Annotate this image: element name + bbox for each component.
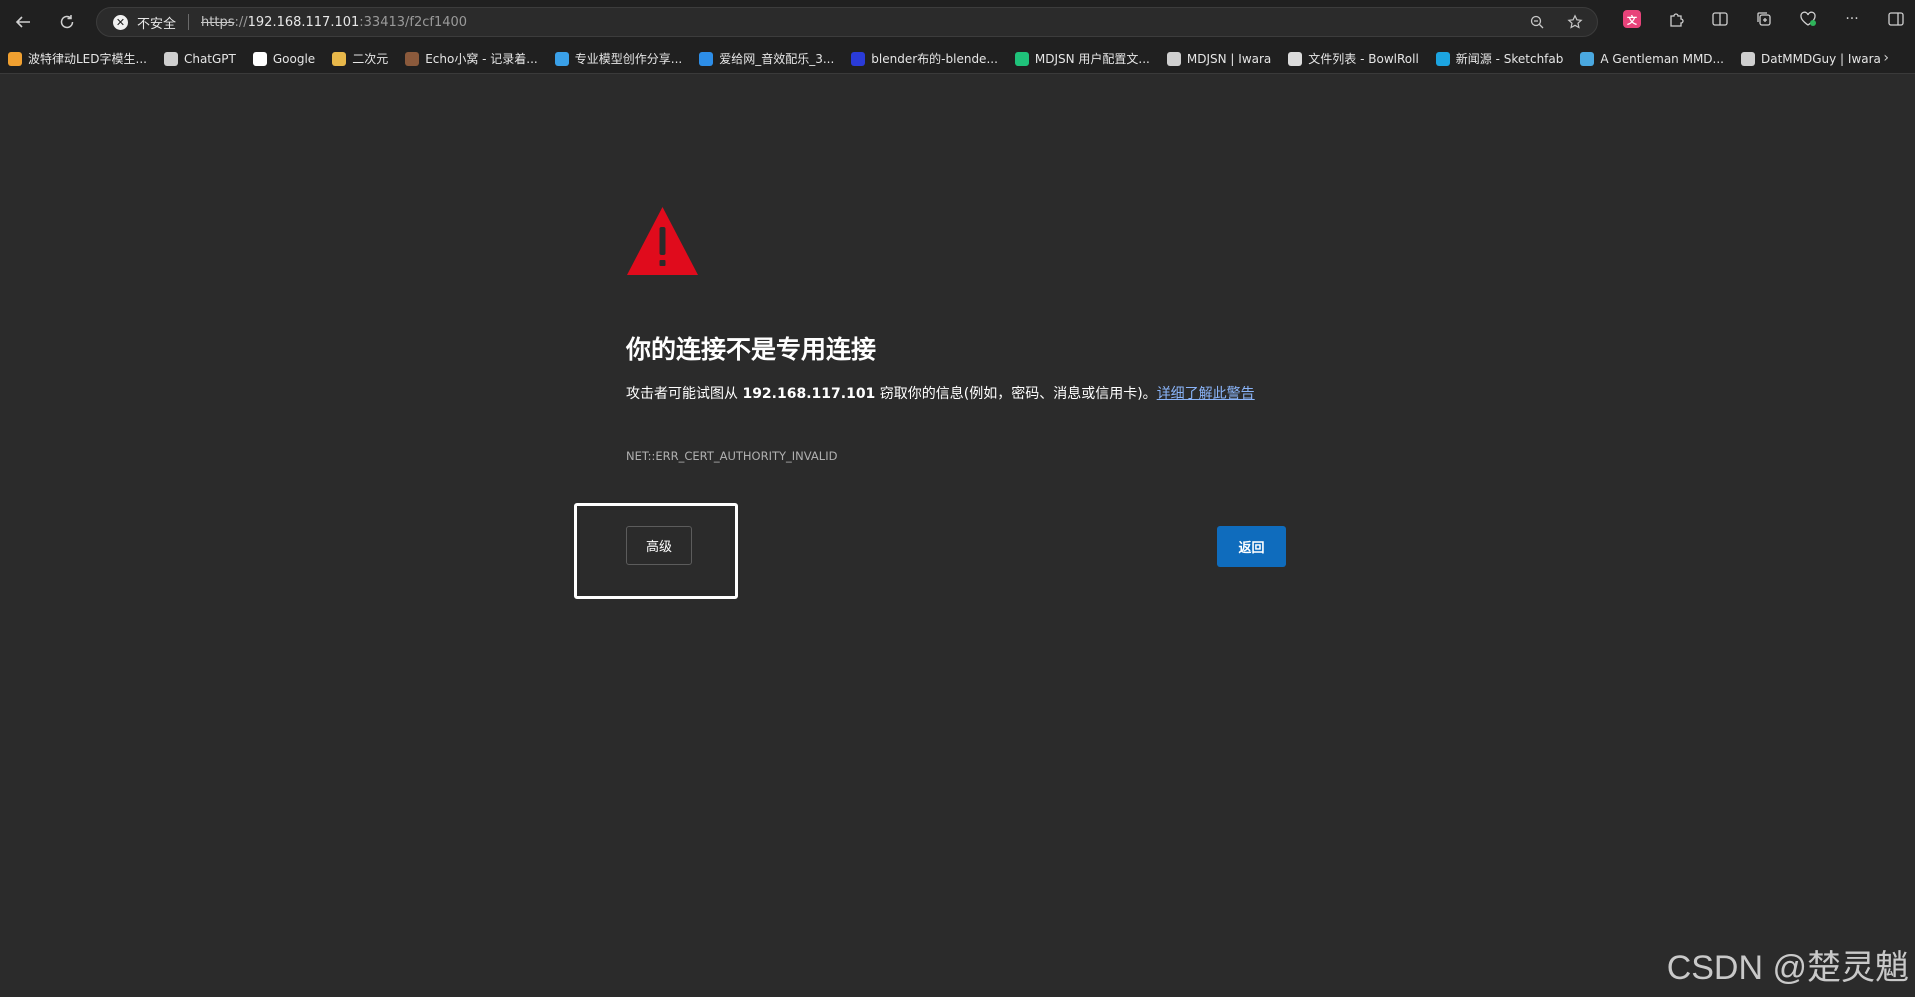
translate-icon: 文 [1623,10,1641,28]
collections-icon [1757,12,1771,26]
bookmark-item[interactable]: 爱给网_音效配乐_3... [699,50,834,67]
bookmark-item[interactable]: 二次元 [332,50,388,67]
watermark: CSDN @楚灵魈 [1666,949,1909,987]
bookmark-favicon-icon [405,51,420,66]
bookmark-label: A Gentleman MMD... [1600,51,1724,66]
bookmark-favicon-icon [1740,51,1755,66]
translate-extension-button[interactable]: 文 [1621,8,1643,30]
refresh-icon [60,15,74,29]
bookmark-item[interactable]: 文件列表 - BowlRoll [1288,50,1419,67]
error-page: 你的连接不是专用连接 攻击者可能试图从 192.168.117.101 窃取你的… [0,75,1915,997]
bookmark-favicon-icon [1435,51,1450,66]
bookmark-favicon-icon [252,51,267,66]
bookmark-favicon-icon [1580,51,1595,66]
bookmark-item[interactable]: 新闻源 - Sketchfab [1435,50,1564,67]
bookmark-label: blender布的-blende... [871,52,998,66]
split-screen-button[interactable] [1709,8,1731,30]
bookmark-item[interactable]: Google [252,51,316,66]
bookmark-favicon-icon [163,51,178,66]
browser-essentials-button[interactable] [1797,8,1819,30]
bookmark-favicon-icon [1014,51,1029,66]
arrow-left-icon [15,16,30,28]
bookmark-favicon-icon [332,51,347,66]
security-indicator[interactable]: ✕ 不安全 [113,13,176,32]
bookmark-item[interactable]: blender布的-blende... [851,50,998,67]
bookmark-label: Google [272,51,316,66]
learn-more-link[interactable]: 详细了解此警告 [1157,386,1255,402]
advanced-button[interactable]: 高级 [626,526,692,565]
warning-triangle-icon [627,207,698,275]
bookmarks-bar: 波特律动LED字模生... ChatGPT Google 二次元 Echo小窝 - 记录… [0,44,1915,74]
bookmark-item[interactable]: Echo小窝 - 记录着... [405,50,538,67]
url-host: 192.168.117.101 [247,14,360,30]
security-label: 不安全 [137,16,177,32]
split-screen-icon [1712,12,1728,26]
bookmark-label: 专业模型创作分享... [574,52,683,66]
bookmark-label: MDJSN | Iwara [1186,51,1272,66]
bookmark-label: 文件列表 - BowlRoll [1308,52,1419,66]
bookmark-label: MDJSN 用户配置文... [1034,52,1150,66]
sidebar-toggle-button[interactable] [1885,8,1907,30]
bookmark-item[interactable]: MDJSN | Iwara [1166,51,1272,66]
bookmark-label: 波特律动LED字模生... [28,52,147,66]
back-nav-button[interactable] [8,7,38,37]
bookmark-label: Echo小窝 - 记录着... [425,52,538,66]
bookmark-favicon-icon [1166,51,1181,66]
url-path: :33413/f2cf1400 [359,14,468,30]
bookmark-item[interactable]: DatMMDGuy | Iwara [1740,51,1881,66]
not-secure-icon: ✕ [113,14,128,30]
extensions-button[interactable] [1665,8,1687,30]
bookmark-favicon-icon [699,51,714,66]
heart-pulse-icon [1800,11,1816,26]
bookmarks-overflow-chevron-icon[interactable]: › [1883,50,1889,66]
page-title: 你的连接不是专用连接 [626,335,877,364]
url-scheme: https [201,14,235,30]
bookmark-item[interactable]: A Gentleman MMD... [1580,51,1724,66]
warning-description: 攻击者可能试图从 192.168.117.101 窃取你的信息(例如，密码、消息… [626,381,1276,408]
bookmark-favicon-icon [1288,51,1303,66]
puzzle-icon [1670,13,1684,27]
bookmark-favicon-icon [851,51,866,66]
favorite-star-icon[interactable] [1567,14,1583,30]
address-bar[interactable]: ✕ 不安全 https :// 192.168.117.101 :33413/f… [96,7,1598,37]
bookmark-item[interactable]: ChatGPT [163,51,236,66]
address-separator [188,14,190,30]
bookmark-item[interactable]: 专业模型创作分享... [554,50,683,67]
bookmark-label: DatMMDGuy | Iwara [1760,51,1881,66]
url-scheme-separator: :// [234,14,248,30]
bookmark-item[interactable]: MDJSN 用户配置文... [1014,50,1150,67]
bookmark-label: 新闻源 - Sketchfab [1455,52,1564,66]
bookmark-label: ChatGPT [183,51,236,66]
sidebar-icon [1888,12,1904,26]
bookmark-favicon-icon [554,51,569,66]
collections-button[interactable] [1753,8,1775,30]
desc-text-after: 窃取你的信息(例如，密码、消息或信用卡)。 [875,386,1157,402]
browser-toolbar: ✕ 不安全 https :// 192.168.117.101 :33413/f… [0,0,1915,44]
error-code: NET::ERR_CERT_AUTHORITY_INVALID [626,449,838,463]
bookmark-label: 爱给网_音效配乐_3... [719,52,835,66]
bookmark-label: 二次元 [352,52,389,66]
more-options-button[interactable]: ··· [1841,8,1863,30]
desc-host: 192.168.117.101 [742,386,876,402]
bookmark-favicon-icon [8,51,22,66]
back-button[interactable]: 返回 [1217,526,1286,567]
refresh-button[interactable] [52,7,82,37]
bookmark-item[interactable]: 波特律动LED字模生... [8,50,147,67]
zoom-icon[interactable] [1529,14,1545,30]
more-dots-icon: ··· [1845,11,1859,27]
desc-text-before: 攻击者可能试图从 [626,386,743,402]
